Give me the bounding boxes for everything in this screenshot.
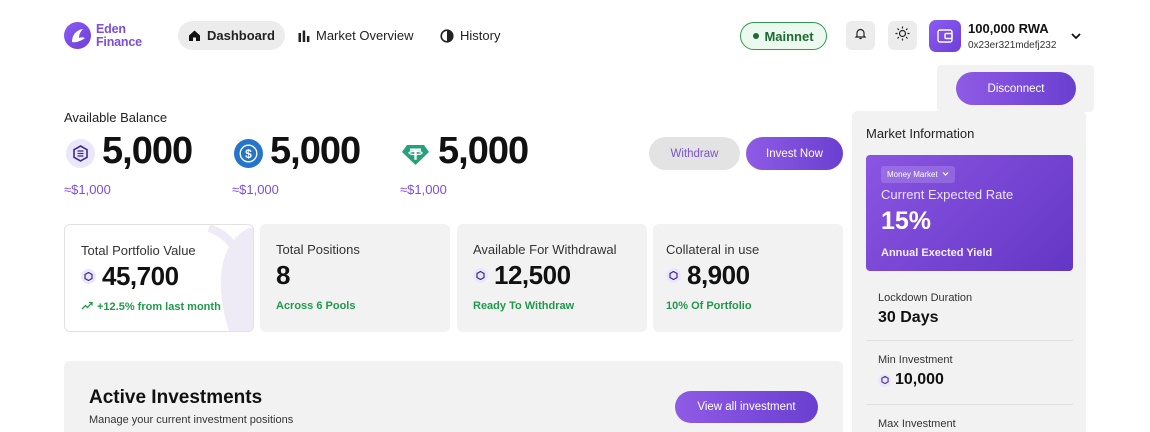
info-value-text: 30 Days bbox=[878, 309, 939, 326]
stat-value-text: 12,500 bbox=[494, 260, 571, 290]
nav-dashboard-label: Dashboard bbox=[207, 28, 275, 43]
stat-card-portfolio-value: Total Portfolio Value 45,700 +12.5% from… bbox=[64, 224, 254, 332]
token-usd-value: ≈$1,000 bbox=[64, 182, 111, 197]
stat-subtext-label: +12.5% from last month bbox=[97, 301, 221, 313]
card-watermark bbox=[207, 225, 253, 331]
sun-icon bbox=[895, 26, 910, 46]
info-value-text: 10,000 bbox=[895, 371, 944, 388]
chevron-down-icon bbox=[942, 170, 949, 179]
stat-subtext: Across 6 Pools bbox=[276, 300, 356, 312]
network-badge[interactable]: Mainnet bbox=[740, 22, 827, 50]
info-value: 10,000 bbox=[878, 371, 944, 389]
wallet-address: 0x23er321mdefj232 bbox=[968, 40, 1057, 51]
stat-value: 8 bbox=[276, 260, 290, 291]
stat-value-text: 45,700 bbox=[102, 261, 179, 291]
nav-dashboard[interactable]: Dashboard bbox=[178, 21, 285, 50]
eden-token-icon bbox=[878, 373, 891, 387]
brand-name[interactable]: Eden Finance bbox=[96, 23, 142, 49]
token-usd-value: ≈$1,000 bbox=[400, 182, 447, 197]
stat-subtext: Ready To Withdraw bbox=[473, 300, 575, 312]
stat-title: Total Positions bbox=[276, 242, 360, 257]
nav-history-label: History bbox=[460, 28, 501, 43]
home-icon bbox=[188, 29, 201, 42]
eden-token-icon bbox=[473, 268, 488, 283]
trend-up-icon bbox=[81, 301, 93, 313]
stat-value-text: 8 bbox=[276, 260, 290, 290]
disconnect-button[interactable]: Disconnect bbox=[956, 72, 1076, 105]
stat-value: 12,500 bbox=[473, 260, 571, 291]
stat-subtext: +12.5% from last month bbox=[81, 301, 221, 313]
stat-value-text: 8,900 bbox=[687, 260, 750, 290]
brand-logo-icon bbox=[64, 22, 91, 49]
notifications-button[interactable] bbox=[846, 21, 875, 50]
stat-subtext: 10% Of Portfolio bbox=[666, 300, 752, 312]
stat-card-collateral: Collateral in use 8,900 10% Of Portfolio bbox=[653, 224, 843, 332]
token-usd-value: ≈$1,000 bbox=[232, 182, 279, 197]
info-label: Min Investment bbox=[878, 354, 953, 366]
usdc-icon: $ bbox=[234, 139, 263, 168]
history-icon bbox=[440, 28, 454, 43]
chevron-down-icon[interactable] bbox=[1070, 29, 1082, 47]
invest-now-button[interactable]: Invest Now bbox=[746, 137, 843, 170]
wallet-balance: 100,000 RWA bbox=[968, 21, 1049, 36]
withdraw-button[interactable]: Withdraw bbox=[649, 137, 740, 170]
market-type-select[interactable]: Money Market bbox=[881, 166, 955, 183]
token-amount: 5,000 bbox=[270, 130, 361, 172]
rate-card: Money Market Current Expected Rate 15% A… bbox=[866, 155, 1073, 271]
token-amount: 5,000 bbox=[438, 130, 529, 172]
brand-name-line2: Finance bbox=[96, 35, 142, 49]
info-label: Lockdown Duration bbox=[878, 292, 973, 304]
eden-token-icon bbox=[81, 269, 96, 284]
info-row-min-investment: Min Investment 10,000 bbox=[866, 347, 1073, 405]
stat-card-total-positions: Total Positions 8 Across 6 Pools bbox=[260, 224, 450, 332]
market-information-title: Market Information bbox=[866, 126, 975, 141]
available-balance-label: Available Balance bbox=[64, 110, 168, 125]
nav-history[interactable]: History bbox=[430, 21, 510, 50]
active-investments-subtitle: Manage your current investment positions bbox=[89, 414, 294, 426]
usdt-icon bbox=[401, 139, 430, 168]
rate-label: Current Expected Rate bbox=[881, 187, 1014, 202]
info-label: Max Investment bbox=[878, 418, 956, 430]
info-row-lockdown: Lockdown Duration 30 Days bbox=[866, 285, 1073, 341]
view-all-investment-button[interactable]: View all investment bbox=[675, 391, 818, 423]
nav-market-overview[interactable]: Market Overview bbox=[288, 21, 424, 50]
info-row-max-investment: Max Investment bbox=[866, 411, 1073, 432]
stat-value: 45,700 bbox=[81, 261, 179, 292]
theme-toggle-button[interactable] bbox=[888, 21, 917, 50]
bell-icon bbox=[854, 27, 867, 45]
active-investments-title: Active Investments bbox=[89, 387, 263, 408]
nav-market-overview-label: Market Overview bbox=[316, 28, 414, 43]
info-value: 30 Days bbox=[878, 309, 939, 327]
stat-card-available-withdrawal: Available For Withdrawal 12,500 Ready To… bbox=[457, 224, 647, 332]
network-status-dot bbox=[753, 33, 760, 39]
svg-text:$: $ bbox=[245, 147, 252, 161]
market-type-label: Money Market bbox=[887, 170, 938, 179]
eden-token-icon bbox=[66, 139, 95, 168]
stat-title: Collateral in use bbox=[666, 242, 760, 257]
yield-label: Annual Exected Yield bbox=[881, 247, 993, 259]
stat-value: 8,900 bbox=[666, 260, 750, 291]
rate-value: 15% bbox=[881, 207, 932, 235]
token-amount: 5,000 bbox=[102, 130, 193, 172]
bar-chart-icon bbox=[298, 30, 310, 42]
network-label: Mainnet bbox=[764, 28, 814, 44]
stat-title: Total Portfolio Value bbox=[81, 243, 196, 258]
wallet-icon[interactable] bbox=[929, 20, 961, 52]
stat-title: Available For Withdrawal bbox=[473, 242, 617, 257]
eden-token-icon bbox=[666, 268, 681, 283]
